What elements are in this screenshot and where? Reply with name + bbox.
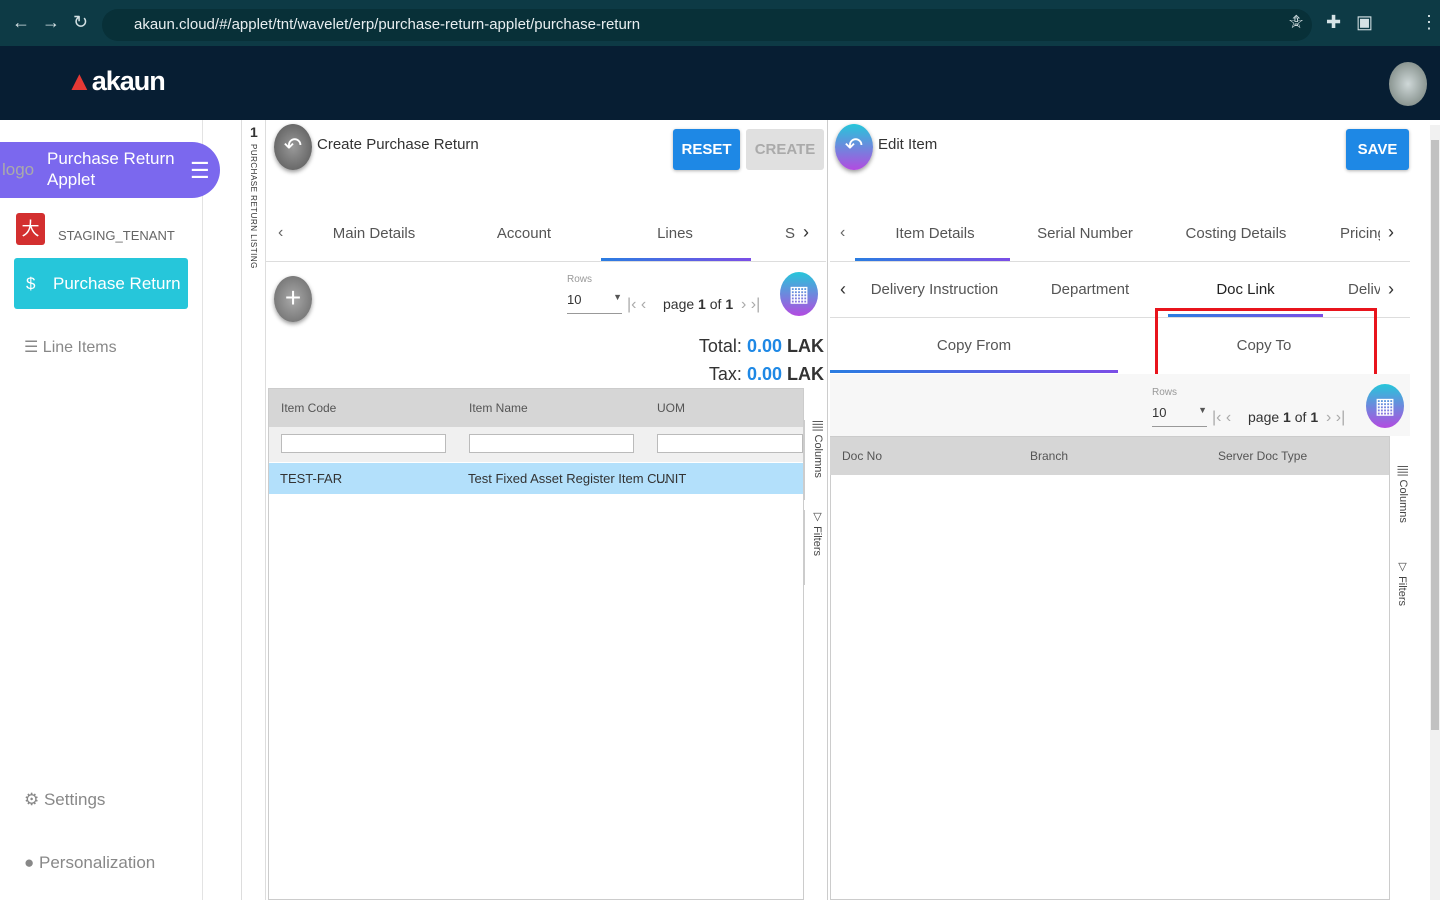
dropdown-icon: ▼ xyxy=(613,292,622,302)
sidebar-item-line-items[interactable]: ☰ Line Items xyxy=(24,337,117,357)
rows-label: Rows xyxy=(567,274,593,285)
pager-bar xyxy=(830,374,1410,436)
col-doc-no[interactable]: Doc No xyxy=(830,437,1018,475)
tab-costing-details[interactable]: Costing Details xyxy=(1160,225,1312,242)
add-line-button[interactable]: + xyxy=(274,276,312,322)
item-code-filter[interactable] xyxy=(281,434,446,453)
filters-button[interactable]: ▽ Filters xyxy=(1389,560,1409,630)
back-button[interactable]: ↶ xyxy=(274,124,312,170)
tab-s[interactable]: S xyxy=(785,225,795,242)
dropdown-icon: ▼ xyxy=(1198,405,1207,415)
panel-title: Edit Item xyxy=(878,136,938,153)
tab-next-icon[interactable]: › xyxy=(803,222,809,243)
rows-select[interactable]: 10 ▼ xyxy=(567,292,622,314)
col-item-code[interactable]: Item Code xyxy=(269,389,457,427)
col-item-name[interactable]: Item Name xyxy=(457,389,645,427)
extensions-icon[interactable]: ✚ xyxy=(1326,12,1341,33)
tenant-name: STAGING_TENANT xyxy=(58,228,175,243)
listing-count: 1 xyxy=(250,124,258,140)
tab-delivery[interactable]: Deliv xyxy=(1348,281,1380,298)
listing-label: PURCHASE RETURN LISTING xyxy=(249,144,258,269)
rows-select[interactable]: 10 ▼ xyxy=(1152,405,1207,427)
gear-icon: ⚙ xyxy=(24,790,44,809)
uom-filter[interactable] xyxy=(657,434,803,453)
tab-next-icon[interactable]: › xyxy=(1388,279,1394,300)
filters-button[interactable]: ▽ Filters xyxy=(804,510,824,585)
collapse-menu-icon[interactable]: ☰ xyxy=(190,158,210,184)
tab-next-icon[interactable]: › xyxy=(1388,222,1394,243)
col-uom[interactable]: UOM xyxy=(645,389,803,427)
tab-doc-link[interactable]: Doc Link xyxy=(1168,281,1323,298)
col-branch[interactable]: Branch xyxy=(1018,437,1206,475)
tab-delivery-instruction[interactable]: Delivery Instruction xyxy=(862,281,1007,298)
grid-menu-button[interactable]: ▦ xyxy=(780,272,818,316)
list-icon: ☰ xyxy=(24,339,43,356)
tenant-logo: 大 xyxy=(16,213,45,245)
tab-lines[interactable]: Lines xyxy=(601,225,749,242)
address-bar[interactable]: akaun.cloud/#/applet/tnt/wavelet/erp/pur… xyxy=(102,9,1312,41)
avatar[interactable] xyxy=(1389,62,1427,106)
columns-button[interactable]: |||| Columns xyxy=(804,420,824,500)
item-name-filter[interactable] xyxy=(469,434,634,453)
total: Total: 0.00 LAK xyxy=(698,336,824,356)
sidebar-personalization[interactable]: ● Personalization xyxy=(24,853,155,873)
doc-link-grid xyxy=(830,436,1390,900)
pager: page 1 of 1 xyxy=(1248,409,1319,425)
save-button[interactable]: SAVE xyxy=(1346,129,1409,170)
logo-image: logo xyxy=(2,160,35,179)
tab-prev-icon[interactable]: ‹ xyxy=(840,279,846,300)
sidebar-settings[interactable]: ⚙ Settings xyxy=(24,790,105,810)
table-row[interactable]: TEST-FAR Test Fixed Asset Register Item C… xyxy=(269,463,803,494)
columns-button[interactable]: |||| Columns xyxy=(1389,465,1409,545)
back-button[interactable]: ↶ xyxy=(835,124,873,170)
tab-department[interactable]: Department xyxy=(1015,281,1165,298)
star-icon[interactable]: ☆ xyxy=(1288,12,1304,33)
tab-serial-number[interactable]: Serial Number xyxy=(1010,225,1160,242)
pager: page 1 of 1 xyxy=(663,296,734,312)
scrollbar[interactable] xyxy=(1430,125,1440,900)
back-icon[interactable]: ← xyxy=(12,12,30,33)
tab-prev-icon[interactable]: ‹ xyxy=(840,224,845,242)
create-button[interactable]: CREATE xyxy=(746,129,824,170)
invoice-icon: $ xyxy=(26,274,36,293)
reset-button[interactable]: RESET xyxy=(673,129,740,170)
divider xyxy=(266,261,826,262)
app-header xyxy=(0,46,1440,120)
menu-icon[interactable]: ⋮ xyxy=(1420,12,1438,33)
tab-main-details[interactable]: Main Details xyxy=(300,225,448,242)
col-server-doc-type[interactable]: Server Doc Type xyxy=(1206,437,1389,475)
rows-label: Rows xyxy=(1152,387,1178,398)
last-page-icon[interactable]: › ›| xyxy=(1326,409,1345,427)
first-page-icon[interactable]: |‹ ‹ xyxy=(627,296,646,314)
tab-item-details[interactable]: Item Details xyxy=(860,225,1010,242)
divider xyxy=(830,261,1410,262)
reload-icon[interactable]: ↻ xyxy=(73,12,88,33)
tab-pricing[interactable]: Pricing xyxy=(1340,225,1380,242)
tax: Tax: 0.00 LAK xyxy=(708,364,824,384)
person-icon: ● xyxy=(24,853,39,872)
panel-title: Create Purchase Return xyxy=(317,136,479,153)
tab-prev-icon[interactable]: ‹ xyxy=(278,224,283,242)
akaun-logo[interactable]: ▲akaun xyxy=(66,66,166,97)
grid-menu-button[interactable]: ▦ xyxy=(1366,384,1404,428)
sidebar-item-purchase-return[interactable]: $ Purchase Return xyxy=(14,258,188,309)
sidepanel-icon[interactable]: ▣ xyxy=(1356,12,1373,33)
active-subtab-indicator xyxy=(830,370,1118,373)
last-page-icon[interactable]: › ›| xyxy=(741,296,760,314)
tab-copy-from[interactable]: Copy From xyxy=(830,337,1118,354)
tab-account[interactable]: Account xyxy=(450,225,598,242)
first-page-icon[interactable]: |‹ ‹ xyxy=(1212,409,1231,427)
panel-divider xyxy=(827,120,828,900)
forward-icon[interactable]: → xyxy=(42,12,60,33)
